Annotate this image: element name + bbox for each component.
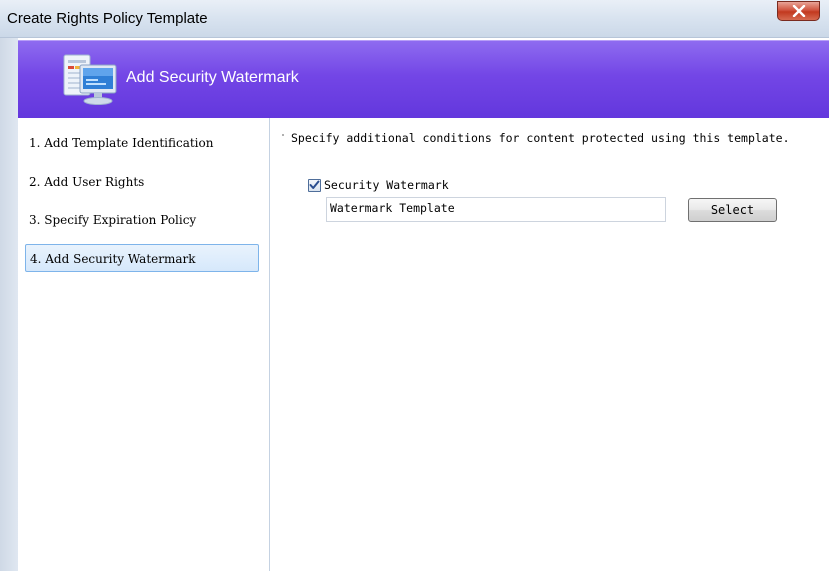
computer-monitor-icon — [63, 54, 117, 105]
wizard-step-list: 1. Add Template Identification 2. Add Us… — [18, 118, 270, 571]
security-watermark-checkbox[interactable] — [308, 178, 321, 192]
nav-item-specify-expiration-policy[interactable]: 3. Specify Expiration Policy — [25, 206, 259, 234]
content-panel: Specify additional conditions for conten… — [271, 118, 829, 571]
security-watermark-label: Security Watermark — [324, 178, 449, 192]
page-title: Add Security Watermark — [126, 69, 299, 86]
nav-item-add-template-identification[interactable]: 1. Add Template Identification — [25, 129, 259, 157]
window-title: Create Rights Policy Template — [7, 10, 208, 27]
close-button[interactable] — [777, 1, 820, 21]
header-banner: Add Security Watermark — [18, 40, 829, 118]
description-text: Specify additional conditions for conten… — [291, 131, 790, 145]
decorative-dot — [282, 134, 284, 136]
select-button[interactable]: Select — [688, 198, 777, 222]
window-frame-left — [0, 38, 18, 571]
security-watermark-option[interactable]: Security Watermark — [308, 177, 449, 193]
close-icon — [792, 5, 805, 17]
dialog-window: Create Rights Policy Template Add Securi… — [0, 0, 829, 571]
nav-item-add-security-watermark[interactable]: 4. Add Security Watermark — [25, 244, 259, 272]
title-bar[interactable]: Create Rights Policy Template — [0, 0, 829, 38]
checkmark-icon — [309, 180, 320, 189]
watermark-template-field[interactable]: Watermark Template — [326, 197, 666, 222]
nav-item-add-user-rights[interactable]: 2. Add User Rights — [25, 168, 259, 196]
